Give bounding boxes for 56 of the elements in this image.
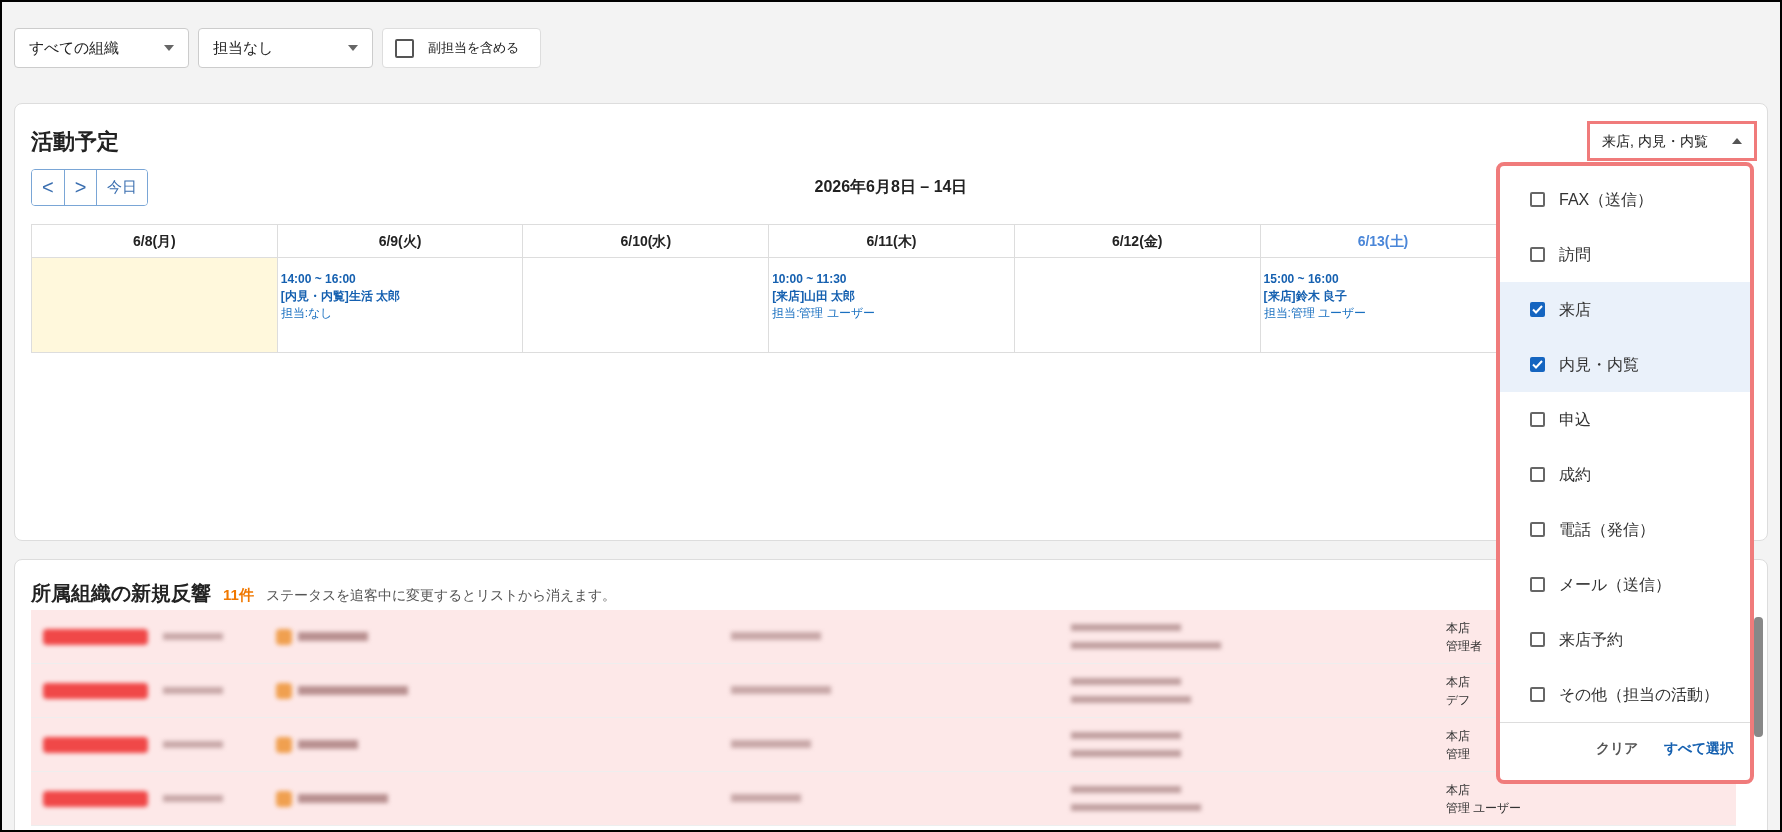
count-label: 11件	[223, 585, 254, 605]
select-all-button[interactable]: すべて選択	[1664, 738, 1734, 759]
redacted-text	[298, 631, 368, 641]
redacted-text	[163, 740, 223, 748]
manager-name: デフ	[1446, 691, 1470, 709]
event-assignee: 担当:管理 ユーザー	[1263, 305, 1367, 322]
event-title[interactable]: [来店]山田 太郎	[772, 288, 856, 305]
redacted-icon	[276, 736, 292, 753]
scrollbar[interactable]	[1754, 617, 1763, 737]
redacted-icon	[276, 790, 292, 807]
checkbox[interactable]	[1530, 632, 1545, 647]
office-name: 本店	[1446, 727, 1470, 745]
redacted-text	[731, 793, 801, 802]
redacted-text	[298, 739, 358, 749]
manager-name: 管理 ユーザー	[1446, 799, 1522, 817]
redacted-text	[163, 632, 223, 640]
caret-icon	[348, 45, 358, 51]
checkbox[interactable]	[1530, 192, 1545, 207]
checkbox[interactable]	[1530, 357, 1545, 372]
office-name: 本店	[1446, 619, 1471, 637]
manager-name: 管理者	[1446, 637, 1482, 655]
caret-icon	[1732, 138, 1742, 144]
event-title[interactable]: [来店]鈴木 良子	[1263, 288, 1347, 305]
event-time[interactable]: 14:00 ~ 16:00	[280, 271, 356, 288]
clear-button[interactable]: クリア	[1596, 738, 1638, 759]
event-assignee: 担当:管理 ユーザー	[772, 305, 875, 322]
menu-option[interactable]: 内見・内覧	[1500, 337, 1750, 392]
section-title: 所属組織の新規反響	[31, 581, 211, 606]
checkbox[interactable]	[1530, 247, 1545, 262]
today-button[interactable]: 今日	[96, 169, 148, 205]
date-range: 2026年6月8日 – 14日	[814, 177, 968, 197]
checkbox[interactable]	[1530, 302, 1545, 317]
checkbox[interactable]	[1530, 467, 1545, 482]
event-assignee: 担当:なし	[280, 305, 333, 322]
redacted-text	[163, 794, 223, 802]
event-time[interactable]: 10:00 ~ 11:30	[772, 271, 847, 288]
event-title[interactable]: [内見・内覧]生活 太郎	[280, 288, 401, 305]
checkbox[interactable]	[1530, 412, 1545, 427]
redacted-icon	[276, 628, 292, 645]
redacted-text	[163, 686, 223, 694]
section-title: 活動予定	[31, 127, 119, 156]
checkbox[interactable]	[1530, 577, 1545, 592]
manager-name: 管理	[1446, 745, 1470, 763]
checkbox[interactable]	[1530, 687, 1545, 702]
organization-select[interactable]: すべての組織	[14, 28, 189, 68]
menu-option[interactable]: 来店	[1500, 282, 1750, 337]
event-time[interactable]: 15:00 ~ 16:00	[1263, 271, 1339, 288]
caret-icon	[164, 45, 174, 51]
redacted-icon	[276, 682, 292, 699]
office-name: 本店	[1446, 781, 1471, 799]
office-name: 本店	[1446, 673, 1470, 691]
include-sub-assignee-checkbox[interactable]: 副担当を含める	[382, 28, 541, 68]
note-text: ステータスを追客中に変更するとリストから消えます。	[265, 586, 616, 605]
activity-type-select[interactable]: 来店, 内見・内覧	[1587, 121, 1757, 161]
checkbox[interactable]	[1530, 522, 1545, 537]
assignee-select[interactable]: 担当なし	[198, 28, 373, 68]
